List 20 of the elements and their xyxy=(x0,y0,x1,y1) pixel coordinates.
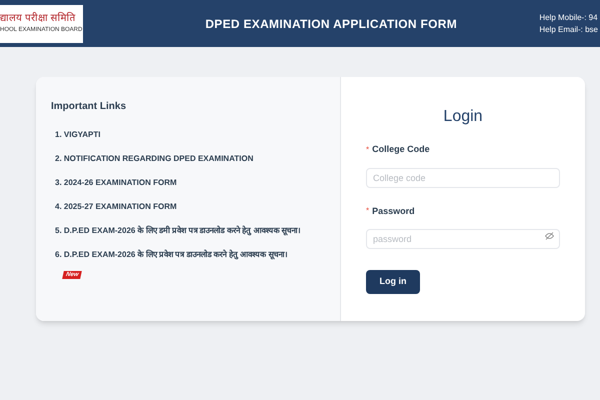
password-field[interactable]: password xyxy=(366,229,560,249)
notice-link[interactable]: 6. D.P.ED EXAM-2026 के लिए प्रवेश पत्र डाउनलोड करने हेतु आवश्यक सूचना। xyxy=(55,249,330,260)
field-label: College Code xyxy=(372,143,430,156)
help-mobile-text: Help Mobile-: 94 xyxy=(539,12,598,24)
links-heading: Important Links xyxy=(51,100,128,114)
college-code-field[interactable]: College code xyxy=(366,168,560,188)
login-title: Login xyxy=(442,107,484,127)
help-email-text: Help Email-: bse xyxy=(539,24,598,36)
logo-hindi-text: द्यालय परीक्षा समिति xyxy=(0,12,77,26)
notice-link[interactable]: 4. 2025-27 EXAMINATION FORM xyxy=(55,201,330,212)
required-mark: * xyxy=(366,144,370,156)
login-button[interactable]: Log in xyxy=(366,270,420,294)
notice-link[interactable]: 2. NOTIFICATION REGARDING DPED EXAMINATION xyxy=(55,153,330,164)
eye-slash-icon[interactable] xyxy=(545,232,554,240)
notice-link[interactable]: 3. 2024-26 EXAMINATION FORM xyxy=(55,177,330,188)
required-mark: * xyxy=(366,205,370,218)
notice-link[interactable]: 1. VIGYAPTI xyxy=(55,129,330,140)
field-label: Password xyxy=(372,204,415,218)
notice-link[interactable]: 5. D.P.ED EXAM-2026 के लिए डमी प्रवेश पत्र डाउनलोड करने हेतु आवश्यक सूचना। xyxy=(55,225,330,236)
page-title: DPED EXAMINATION APPLICATION FORM xyxy=(205,16,457,32)
